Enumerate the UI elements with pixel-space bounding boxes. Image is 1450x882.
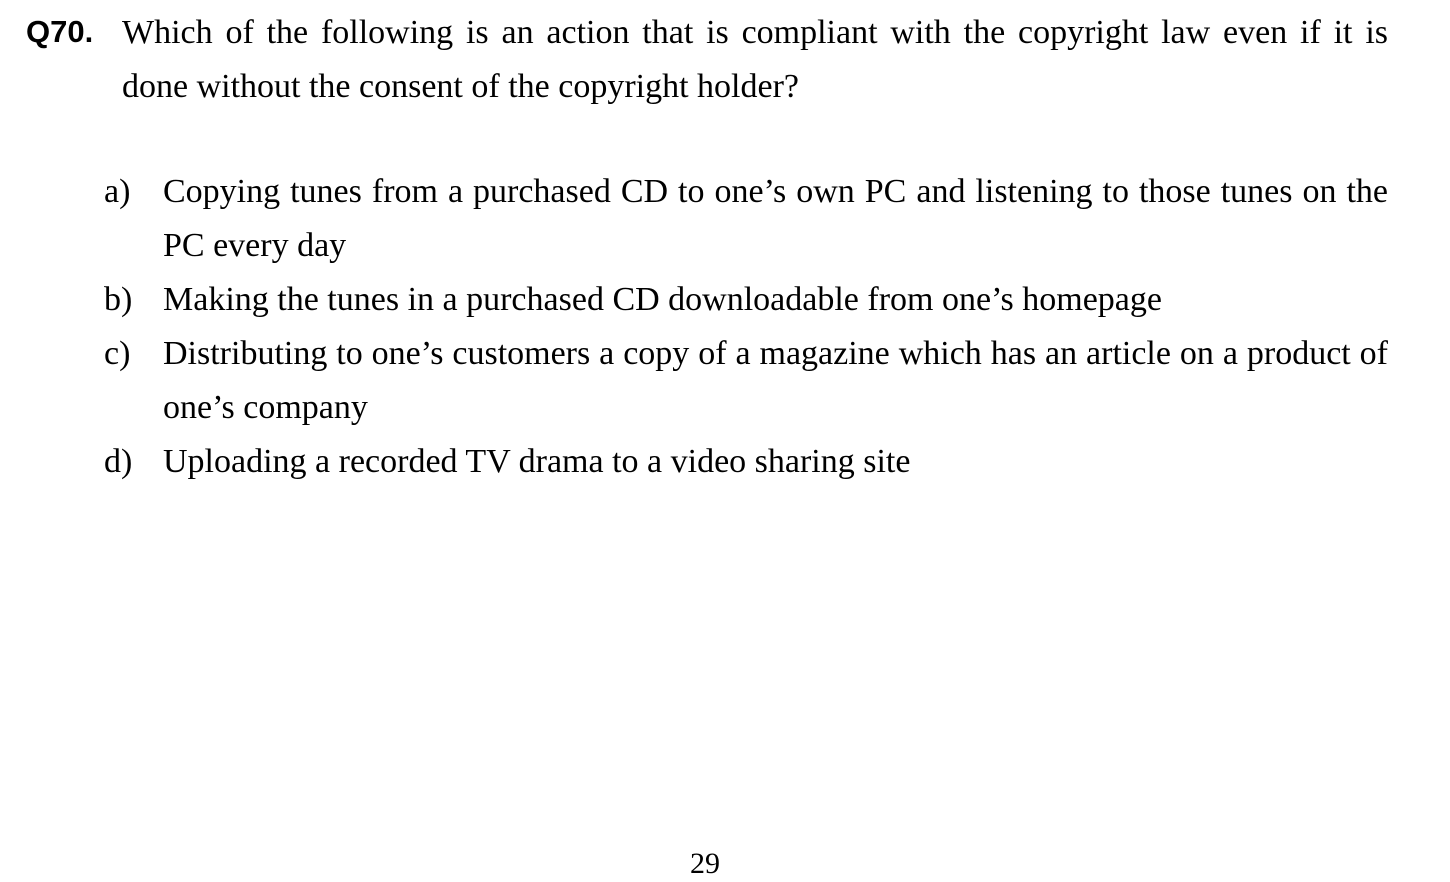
option-text: Making the tunes in a purchased CD downl… — [163, 281, 1162, 318]
question-number: Q70. — [26, 14, 94, 49]
answer-options: a) Copying tunes from a purchased CD to … — [104, 165, 1388, 489]
option-letter: a) — [104, 173, 131, 210]
page-number: 29 — [690, 847, 720, 880]
option-text: Uploading a recorded TV drama to a video… — [163, 443, 911, 480]
option-text: Distributing to one’s customers a copy o… — [163, 335, 1388, 426]
option-text: Copying tunes from a purchased CD to one… — [163, 173, 1388, 264]
option-d: d) Uploading a recorded TV drama to a vi… — [104, 435, 1388, 489]
question-block: Q70. Which of the following is an action… — [26, 6, 1388, 114]
option-letter: c) — [104, 335, 131, 372]
option-c: c) Distributing to one’s customers a cop… — [104, 327, 1388, 435]
question-text: Which of the following is an action that… — [122, 14, 1388, 105]
option-b: b) Making the tunes in a purchased CD do… — [104, 273, 1388, 327]
option-a: a) Copying tunes from a purchased CD to … — [104, 165, 1388, 273]
option-letter: d) — [104, 443, 133, 480]
option-letter: b) — [104, 281, 133, 318]
